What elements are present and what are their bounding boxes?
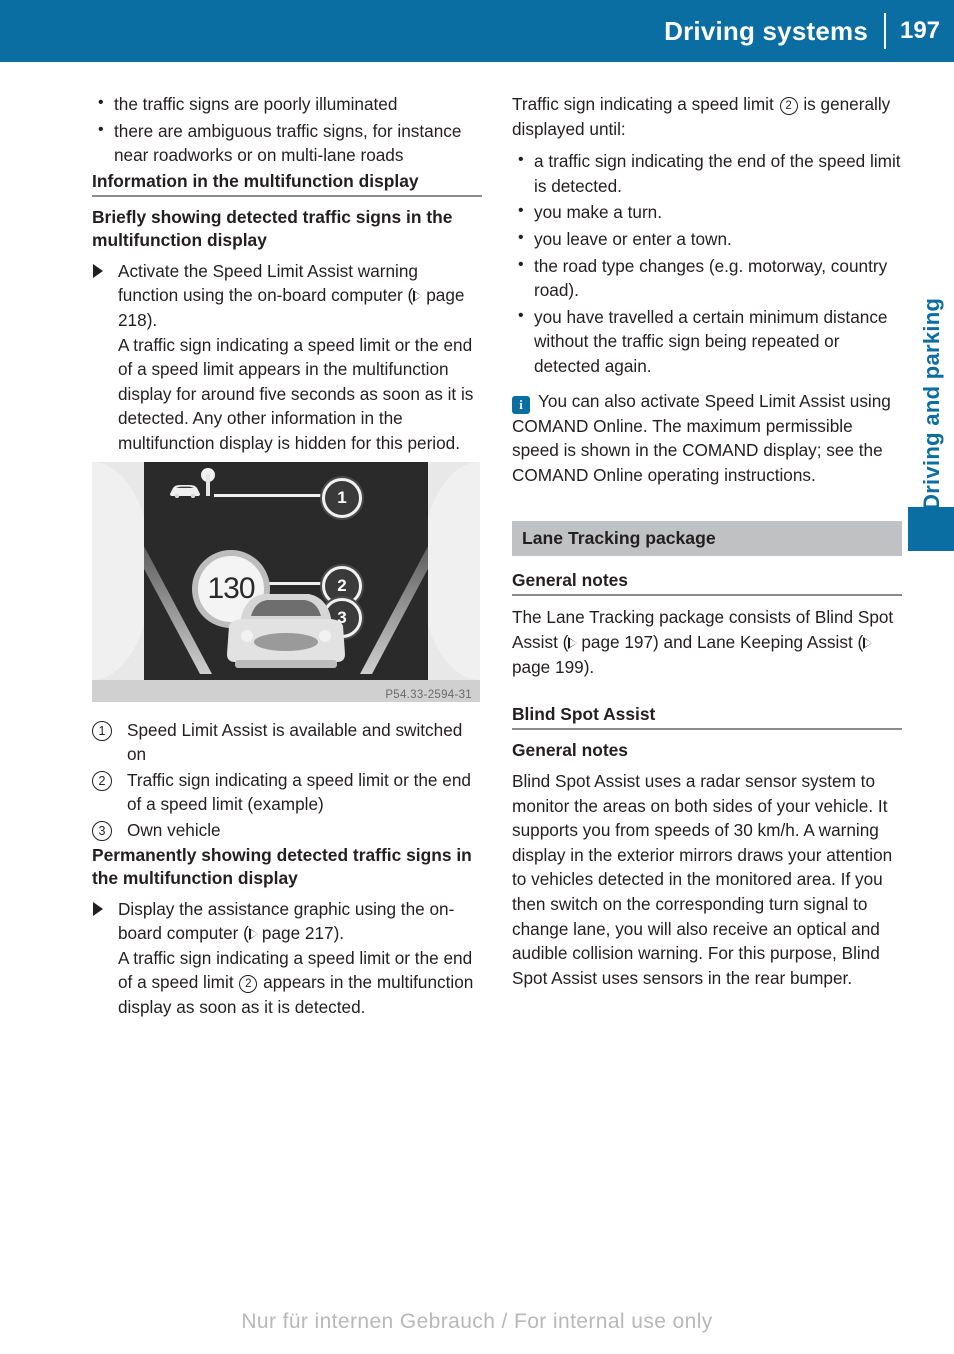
list-item: 3 Own vehicle <box>92 818 482 843</box>
page-ref-arrow-icon <box>863 636 873 649</box>
step-text-tail: ). <box>146 309 158 330</box>
list-item: there are ambiguous traffic signs, for i… <box>92 118 482 168</box>
chapter-thumb-marker <box>908 507 954 551</box>
list-item: Display the assistance graphic using the… <box>92 897 482 1020</box>
callout-text-1: Speed Limit Assist is available and swit… <box>127 719 463 765</box>
callout-legend-list: 1 Speed Limit Assist is available and sw… <box>92 718 482 843</box>
lane-marking-right <box>360 508 428 674</box>
list-item: 2 Traffic sign indicating a speed limit … <box>92 768 482 817</box>
vehicle-status-icon <box>170 484 200 498</box>
callout-marker-1: 1 <box>322 477 362 518</box>
body-text-c: ). <box>583 656 595 677</box>
callout-text-2: Traffic sign indicating a speed limit or… <box>127 769 471 815</box>
footer-watermark: Nur für internen Gebrauch / For internal… <box>241 1310 713 1333</box>
step-body-text: A traffic sign indicating a speed limit … <box>118 334 474 453</box>
page-ref-text: page 217 <box>261 923 334 944</box>
callout-number-3: 3 <box>92 820 112 841</box>
display-until-bullet-list: a traffic sign indicating the end of the… <box>512 148 902 379</box>
section-heading-general-notes-1: General notes <box>512 569 902 597</box>
figure-mfd-speed-limit: 1 2 3 130 P54.33-2594-31 <box>92 461 480 702</box>
page-header: Driving systems 197 <box>0 0 954 62</box>
sub-heading-general-notes-2: General notes <box>512 740 628 761</box>
step-triangle-icon <box>93 901 103 916</box>
sign-post-stem <box>206 473 210 496</box>
list-item: the traffic signs are poorly illuminated <box>92 91 482 117</box>
callout-leader-1 <box>214 493 332 497</box>
figure-display-area: 1 2 3 130 <box>144 461 428 680</box>
section-heading-mfd: Information in the multifunction display <box>92 170 482 197</box>
right-column: Traffic sign indicating a speed limit 2 … <box>512 92 902 990</box>
blind-spot-body: Blind Spot Assist uses a radar sensor sy… <box>512 771 893 988</box>
intro-bullet-list: the traffic signs are poorly illuminated… <box>92 91 482 168</box>
list-item: the road type changes (e.g. motorway, co… <box>512 253 902 303</box>
figure-caption-code: P54.33-2594-31 <box>385 688 472 701</box>
section-heading-blind-spot-assist: Blind Spot Assist <box>512 703 902 731</box>
info-note-text: You can also activate Speed Limit Assist… <box>512 390 891 485</box>
body-text-b: ) and Lane Keeping Assist ( <box>653 631 864 652</box>
sub-heading-briefly-showing: Briefly showing detected traffic signs i… <box>92 206 453 250</box>
figure-image: 1 2 3 130 <box>92 461 480 680</box>
list-item: Activate the Speed Limit Assist warning … <box>92 259 482 456</box>
page-ref-arrow-icon <box>413 290 423 303</box>
step-list-briefly-showing: Activate the Speed Limit Assist warning … <box>92 259 482 456</box>
lead-paragraph: Traffic sign indicating a speed limit 2 … <box>512 92 902 141</box>
page-ref-text: page 197 <box>581 631 654 652</box>
page-number: 197 <box>899 17 941 44</box>
callout-number-1: 1 <box>92 720 112 741</box>
band-heading-lane-tracking: Lane Tracking package <box>512 521 902 557</box>
info-note: i You can also activate Speed Limit Assis… <box>512 389 902 488</box>
figure-caption-bar: P54.33-2594-31 <box>92 679 480 702</box>
chapter-thumb-tab: Driving and parking <box>908 200 954 551</box>
info-icon: i <box>512 395 530 414</box>
step-list-permanently-showing: Display the assistance graphic using the… <box>92 897 482 1020</box>
page-title: Driving systems <box>664 16 868 46</box>
lane-tracking-body: The Lane Tracking package consists of Bl… <box>512 605 902 679</box>
own-vehicle-illustration <box>227 593 345 668</box>
list-item: you have travelled a certain minimum dis… <box>512 304 902 379</box>
page-ref-arrow-icon <box>568 636 578 649</box>
step-triangle-icon <box>93 263 103 278</box>
callout-text-3: Own vehicle <box>127 819 221 840</box>
left-column: the traffic signs are poorly illuminated… <box>92 91 482 1020</box>
step-text: Activate the Speed Limit Assist warning … <box>118 260 418 306</box>
sub-heading-permanently-showing: Permanently showing detected traffic sig… <box>92 844 472 888</box>
chapter-thumb-label: Driving and parking <box>919 297 944 510</box>
list-item: you leave or enter a town. <box>512 226 902 252</box>
step-text-tail: ). <box>333 923 345 944</box>
list-item: you make a turn. <box>512 199 902 225</box>
figure-vignette-right <box>420 461 480 680</box>
inline-callout-marker: 2 <box>779 97 798 115</box>
list-item: 1 Speed Limit Assist is available and sw… <box>92 718 482 767</box>
list-item: a traffic sign indicating the end of the… <box>512 148 902 198</box>
lead-text-a: Traffic sign indicating a speed limit <box>512 94 779 114</box>
page-ref-arrow-icon <box>248 928 258 941</box>
callout-number-2: 2 <box>92 770 112 791</box>
figure-vignette-left <box>92 461 152 680</box>
inline-callout-marker: 2 <box>239 975 258 994</box>
page-ref-text: page 199 <box>512 656 584 677</box>
